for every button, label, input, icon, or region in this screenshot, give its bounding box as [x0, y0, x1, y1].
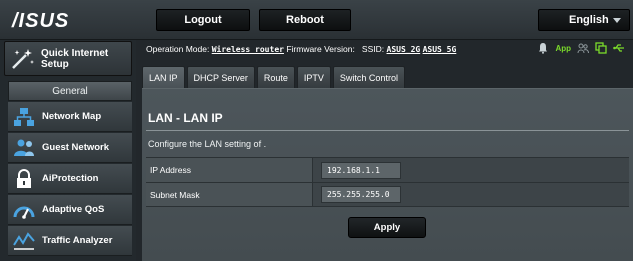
form-row-subnet-mask: Subnet Mask 255.255.255.0: [146, 182, 629, 207]
ip-address-cell: 192.168.1.1: [313, 158, 629, 182]
content-panel: LAN - LAN IP Configure the LAN setting o…: [142, 88, 633, 261]
operation-mode-label: Operation Mode:: [146, 44, 210, 54]
divider: [146, 130, 629, 131]
form-row-ip-address: IP Address 192.168.1.1: [146, 157, 629, 182]
ssid-label: SSID:: [361, 44, 385, 54]
subnet-mask-cell: 255.255.255.0: [313, 183, 629, 206]
usb-icon[interactable]: [613, 42, 625, 54]
sidebar-item-label: Network Map: [42, 111, 102, 122]
status-bar: Operation Mode: Wireless router Firmware…: [136, 40, 633, 59]
sidebar: Quick Internet Setup General Network Map…: [0, 40, 136, 261]
tab-route[interactable]: Route: [256, 66, 295, 88]
apply-button[interactable]: Apply: [348, 217, 426, 238]
top-bar: /ISUS Logout Reboot English: [0, 0, 633, 40]
magic-wand-icon: [12, 48, 34, 69]
copy-icon[interactable]: [595, 42, 607, 54]
lan-settings-table: IP Address 192.168.1.1 Subnet Mask 255.2…: [146, 157, 629, 207]
reboot-button[interactable]: Reboot: [259, 9, 351, 31]
operation-mode-link[interactable]: Wireless router: [212, 45, 284, 54]
sidebar-item-aiprotection[interactable]: AiProtection: [8, 164, 132, 194]
status-text: Operation Mode: Wireless router Firmware…: [146, 44, 456, 54]
tab-dhcp-server[interactable]: DHCP Server: [186, 66, 255, 88]
subnet-mask-input[interactable]: 255.255.255.0: [321, 186, 401, 203]
ssid-5g-link[interactable]: ASUS_5G: [423, 45, 457, 54]
subnet-mask-label: Subnet Mask: [146, 183, 313, 206]
sidebar-item-label: AiProtection: [42, 173, 99, 184]
ssid-2g-link[interactable]: ASUS_2G: [387, 45, 421, 54]
logout-button[interactable]: Logout: [156, 9, 250, 31]
sidebar-item-label: Adaptive QoS: [42, 204, 105, 215]
network-map-icon: [14, 107, 34, 126]
app-link[interactable]: App: [555, 44, 571, 53]
sidebar-item-label: Guest Network: [42, 142, 110, 153]
language-select[interactable]: English: [538, 9, 630, 31]
quick-internet-setup-label: Quick Internet Setup: [41, 47, 109, 70]
tab-iptv[interactable]: IPTV: [296, 66, 331, 88]
lock-icon: [17, 168, 31, 188]
ip-address-input[interactable]: 192.168.1.1: [321, 161, 401, 179]
svg-text:/ISUS: /ISUS: [11, 10, 69, 31]
bell-icon[interactable]: [537, 42, 549, 54]
asus-logo-graphic: /ISUS: [11, 10, 69, 32]
tab-bar: LAN IP DHCP Server Route IPTV Switch Con…: [142, 66, 405, 88]
language-label: English: [569, 14, 609, 26]
quick-internet-setup-button[interactable]: Quick Internet Setup: [4, 41, 132, 76]
guest-network-icon: [14, 139, 34, 156]
ip-address-label: IP Address: [146, 158, 313, 182]
sidebar-item-guest-network[interactable]: Guest Network: [8, 133, 132, 163]
sidebar-section-general: General: [8, 81, 132, 101]
speedometer-icon: [13, 206, 35, 219]
page-description: Configure the LAN setting of .: [148, 139, 267, 149]
users-icon[interactable]: [577, 42, 589, 54]
firmware-version-label: Firmware Version:: [286, 44, 355, 54]
sidebar-item-traffic-analyzer[interactable]: Traffic Analyzer: [8, 226, 132, 256]
sidebar-item-network-map[interactable]: Network Map: [8, 102, 132, 132]
chevron-down-icon: [613, 18, 621, 23]
sidebar-item-label: Traffic Analyzer: [42, 235, 113, 246]
traffic-analyzer-icon: [13, 231, 35, 250]
tab-lan-ip[interactable]: LAN IP: [142, 66, 185, 88]
asus-logo[interactable]: /ISUS: [10, 9, 120, 32]
sidebar-item-adaptive-qos[interactable]: Adaptive QoS: [8, 195, 132, 225]
tab-switch-control[interactable]: Switch Control: [332, 66, 405, 88]
page-title: LAN - LAN IP: [148, 111, 223, 125]
status-icons: App: [537, 42, 625, 54]
